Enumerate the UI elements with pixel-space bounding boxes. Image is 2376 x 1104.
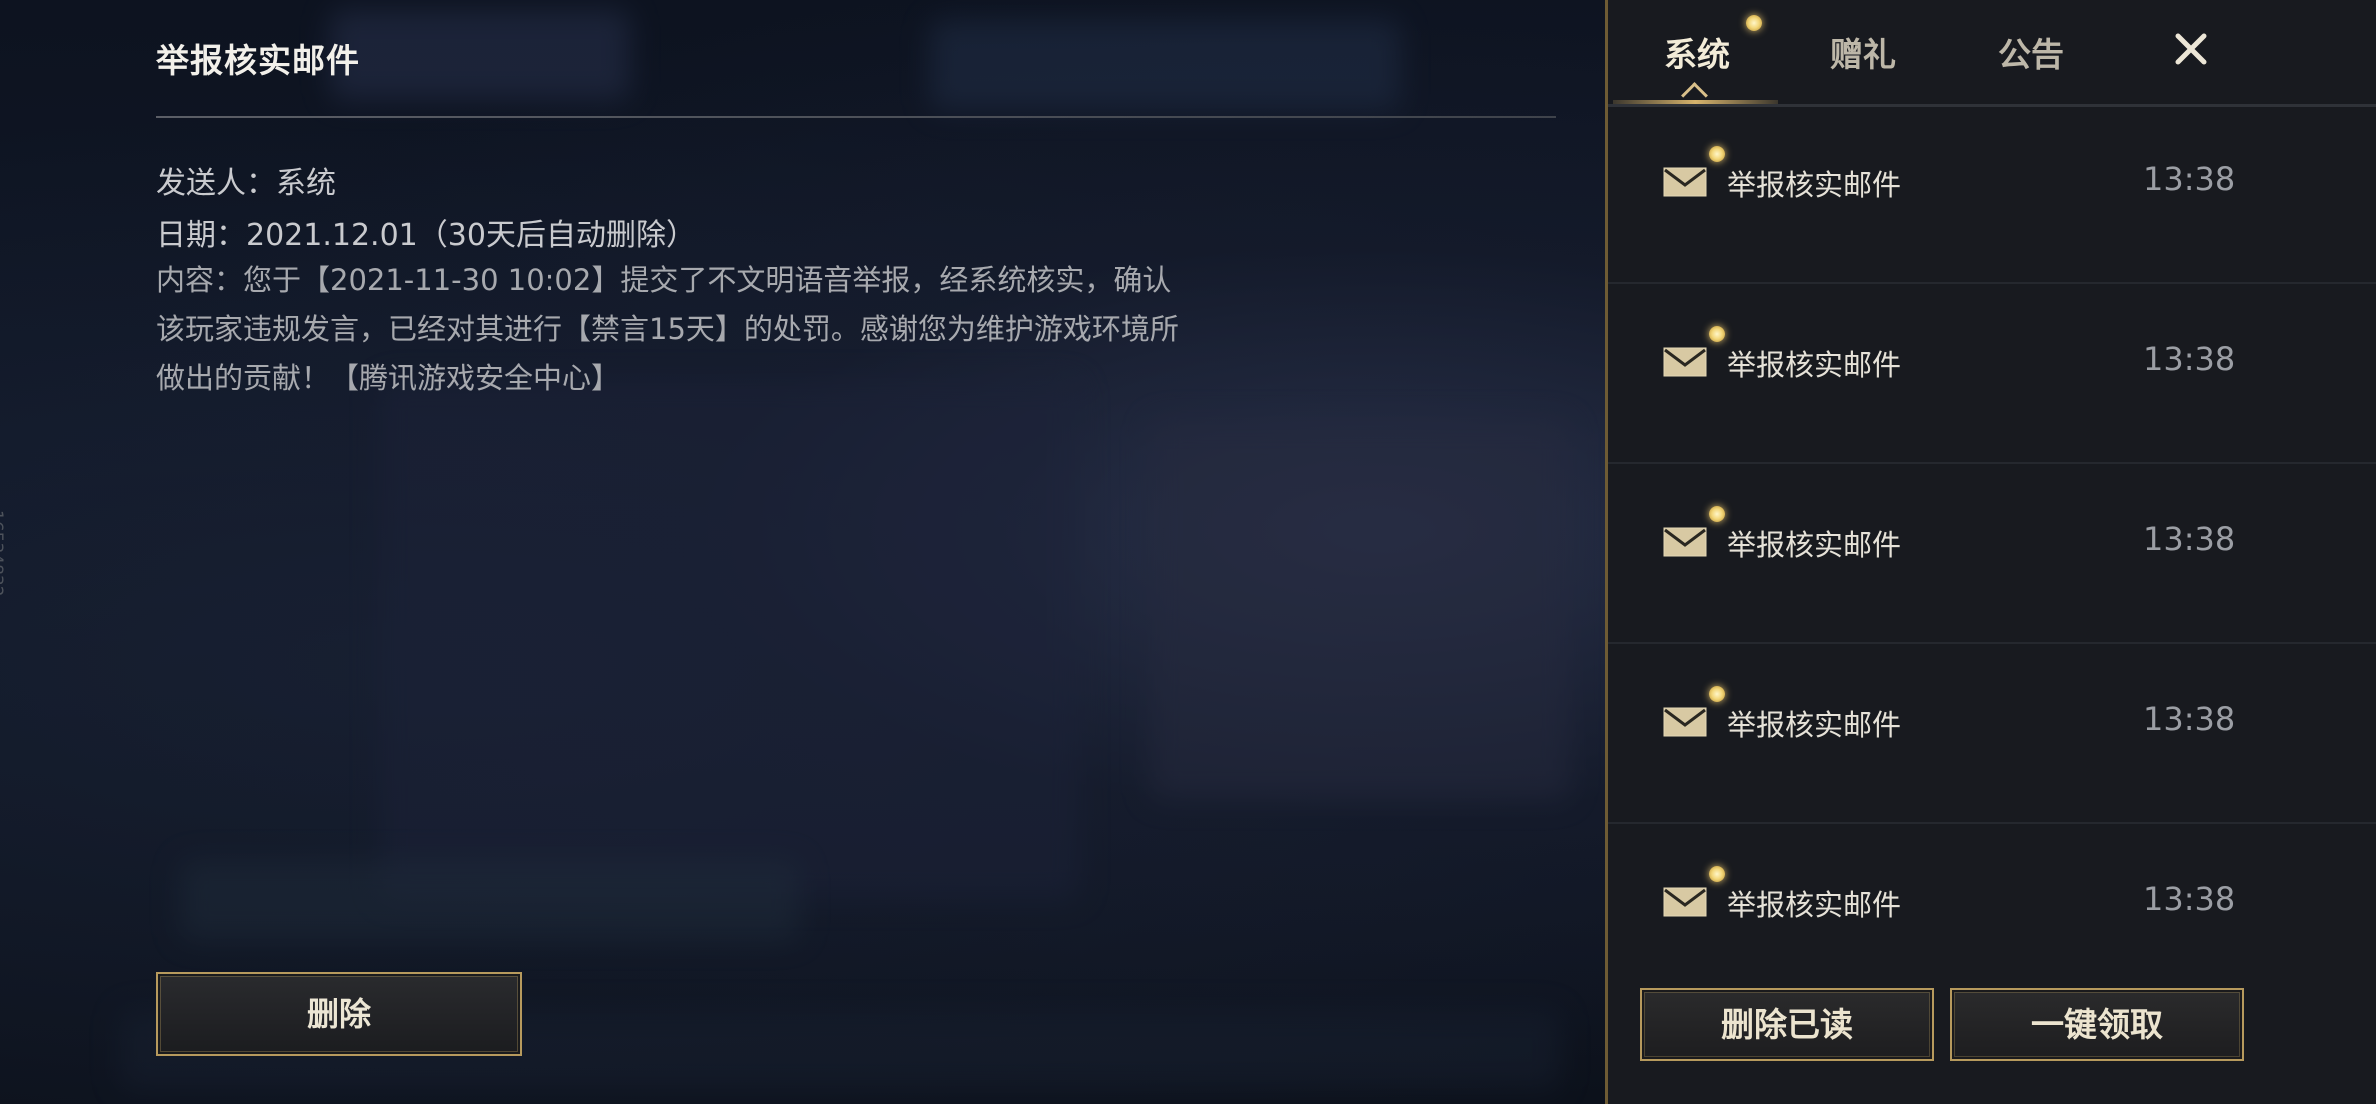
envelope-icon: [1663, 887, 1707, 917]
mail-screen: 16534832 举报核实邮件 发送人：系统 日期：2021.12.01（30天…: [0, 0, 2376, 1104]
close-icon[interactable]: [2166, 24, 2216, 74]
watermark-id: 16534832: [0, 510, 6, 597]
unread-dot: [1709, 326, 1725, 342]
unread-dot: [1709, 866, 1725, 882]
unread-dot: [1709, 686, 1725, 702]
mail-content-line: 内容：您于【2021-11-30 10:02】提交了不文明语音举报，经系统核实，…: [156, 263, 1172, 297]
mail-list-panel: 系统 赠礼 公告 举报核实邮件 13:38 举报核实邮件 13:38 举报核实邮…: [1605, 0, 2376, 1104]
envelope-icon: [1663, 527, 1707, 557]
tab-gift[interactable]: 赠礼: [1830, 28, 1896, 76]
tab-system[interactable]: 系统: [1664, 28, 1730, 76]
unread-dot: [1709, 146, 1725, 162]
mail-detail-title: 举报核实邮件: [156, 41, 360, 80]
envelope-icon: [1663, 167, 1707, 197]
unread-dot: [1709, 506, 1725, 522]
delete-button[interactable]: 删除: [156, 972, 522, 1056]
envelope-icon: [1663, 707, 1707, 737]
mail-time: 13:38: [2143, 520, 2236, 558]
mail-date: 日期：2021.12.01（30天后自动删除）: [156, 218, 696, 253]
mail-list-item[interactable]: 举报核实邮件 13:38: [1608, 284, 2376, 464]
mail-content: 内容：您于【2021-11-30 10:02】提交了不文明语音举报，经系统核实，…: [156, 256, 1286, 403]
divider: [156, 116, 1556, 118]
mail-time: 13:38: [2143, 880, 2236, 918]
tab-notification-dot: [1746, 15, 1762, 31]
envelope-icon: [1663, 347, 1707, 377]
mail-time: 13:38: [2143, 700, 2236, 738]
mail-subject: 举报核实邮件: [1727, 168, 1902, 202]
mail-time: 13:38: [2143, 340, 2236, 378]
mail-subject: 举报核实邮件: [1727, 528, 1902, 562]
mail-list-item[interactable]: 举报核实邮件 13:38: [1608, 464, 2376, 644]
mail-list-item[interactable]: 举报核实邮件 13:38: [1608, 644, 2376, 824]
claim-all-button[interactable]: 一键领取: [1950, 988, 2244, 1061]
mail-list-item[interactable]: 举报核实邮件 13:38: [1608, 824, 2376, 1002]
mail-list-item[interactable]: 举报核实邮件 13:38: [1608, 104, 2376, 284]
mail-subject: 举报核实邮件: [1727, 708, 1902, 742]
tab-announcement[interactable]: 公告: [1998, 28, 2064, 76]
mail-content-line: 做出的贡献！【腾讯游戏安全中心】: [156, 361, 621, 395]
mail-subject: 举报核实邮件: [1727, 348, 1902, 382]
delete-read-button[interactable]: 删除已读: [1640, 988, 1934, 1061]
mail-detail: 举报核实邮件 发送人：系统 日期：2021.12.01（30天后自动删除） 内容…: [156, 0, 1556, 1104]
mail-sender: 发送人：系统: [156, 166, 336, 201]
tab-bar: 系统 赠礼 公告: [1608, 0, 2376, 109]
mail-subject: 举报核实邮件: [1727, 888, 1902, 922]
mail-content-line: 该玩家违规发言，已经对其进行【禁言15天】的处罚。感谢您为维护游戏环境所: [156, 312, 1179, 346]
mail-time: 13:38: [2143, 160, 2236, 198]
